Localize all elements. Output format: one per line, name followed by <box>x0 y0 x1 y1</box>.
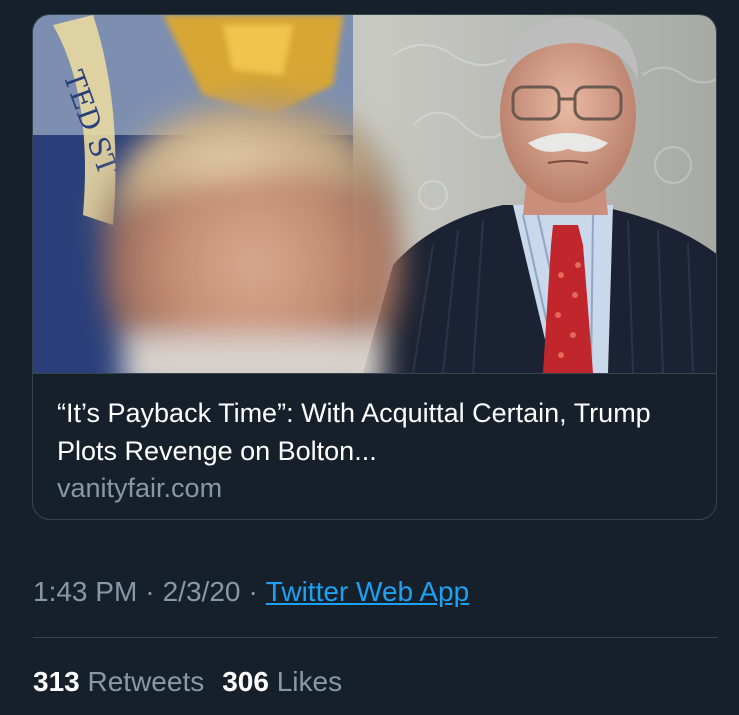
retweets-stat[interactable]: 313 Retweets <box>33 666 204 697</box>
tweet-date[interactable]: 2/3/20 <box>163 576 241 607</box>
tweet-meta: 1:43 PM · 2/3/20 · Twitter Web App <box>33 572 469 612</box>
tweet-source-link[interactable]: Twitter Web App <box>266 576 469 607</box>
link-preview-title: “It’s Payback Time”: With Acquittal Cert… <box>57 398 651 466</box>
tweet-time[interactable]: 1:43 PM <box>33 576 137 607</box>
link-preview-card[interactable]: TED ST “It’s Payback Time”: With Acquitt… <box>32 14 717 520</box>
likes-stat[interactable]: 306 Likes <box>222 666 342 697</box>
tweet-stats: 313 Retweets 306 Likes <box>33 662 342 702</box>
article-photo: TED ST <box>33 15 716 373</box>
tweet-detail: TED ST “It’s Payback Time”: With Acquitt… <box>0 0 739 715</box>
meta-separator: · <box>145 576 155 607</box>
link-preview-text[interactable]: “It’s Payback Time”: With Acquittal Cert… <box>33 374 716 519</box>
likes-count: 306 <box>222 666 269 697</box>
retweets-label: Retweets <box>87 666 205 697</box>
meta-separator: · <box>248 576 258 607</box>
likes-label: Likes <box>276 666 343 697</box>
divider <box>33 637 718 638</box>
link-preview-image[interactable]: TED ST <box>33 15 716 374</box>
link-preview-domain: vanityfair.com <box>57 473 223 503</box>
retweets-count: 313 <box>33 666 80 697</box>
